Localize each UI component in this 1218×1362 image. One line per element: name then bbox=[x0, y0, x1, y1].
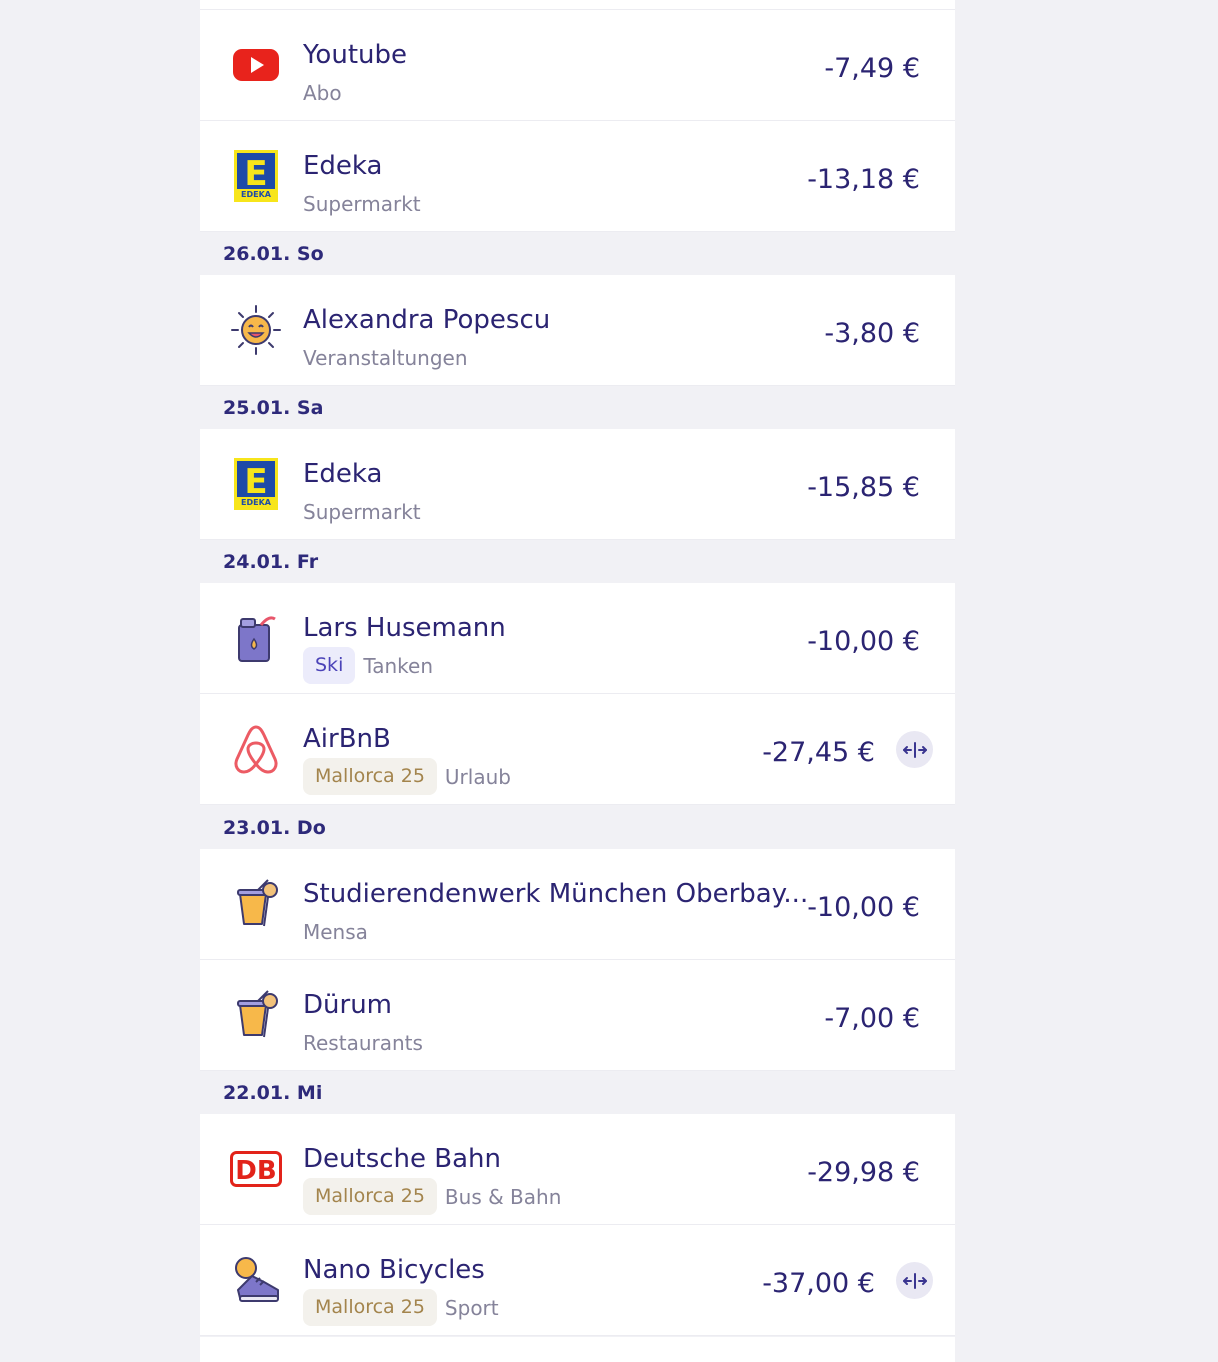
transaction-category: Restaurants bbox=[303, 1031, 423, 1055]
sneaker-icon bbox=[228, 1252, 284, 1308]
tag-badge[interactable]: Mallorca 25 bbox=[303, 1289, 437, 1326]
fuel-can-icon bbox=[228, 610, 284, 666]
transaction-name: Dürum bbox=[303, 990, 392, 1020]
tag-badge[interactable]: Mallorca 25 bbox=[303, 1178, 437, 1215]
transaction-row-edeka[interactable]: E EDEKA Edeka Supermarkt -15,85 € bbox=[200, 429, 955, 540]
transaction-row-studierendenwerk[interactable]: Studierendenwerk München Oberbay... Mens… bbox=[200, 849, 955, 960]
day-header-label: 24.01. Fr bbox=[223, 551, 319, 573]
transaction-category: Supermarkt bbox=[303, 500, 421, 524]
day-header: 26.01. So bbox=[200, 232, 955, 275]
transaction-tags: Mallorca 25 Urlaub bbox=[303, 758, 511, 795]
day-header-label: 25.01. Sa bbox=[223, 397, 324, 419]
transaction-row-airbnb[interactable]: AirBnB Mallorca 25 Urlaub -27,45 € bbox=[200, 694, 955, 805]
transaction-amount: -27,45 € bbox=[762, 737, 875, 768]
transaction-row-durum[interactable]: Dürum Restaurants -7,00 € bbox=[200, 960, 955, 1071]
youtube-logo-icon bbox=[228, 37, 284, 93]
transaction-amount: -15,85 € bbox=[807, 472, 920, 503]
transaction-row-youtube[interactable]: Youtube Abo -7,49 € bbox=[200, 10, 955, 121]
db-logo-icon: DB bbox=[228, 1141, 284, 1197]
transaction-category: Mensa bbox=[303, 920, 368, 944]
previous-row-edge bbox=[200, 0, 955, 10]
day-header: 23.01. Do bbox=[200, 806, 955, 849]
edeka-logo-letter: E bbox=[244, 462, 267, 502]
transaction-amount: -7,00 € bbox=[824, 1003, 920, 1034]
split-button[interactable] bbox=[896, 731, 933, 768]
db-logo-text: DB bbox=[235, 1156, 276, 1186]
transaction-tags: Ski Tanken bbox=[303, 647, 433, 684]
transaction-category: Veranstaltungen bbox=[303, 346, 468, 370]
transaction-tags: Mallorca 25 Bus & Bahn bbox=[303, 1178, 561, 1215]
transaction-list[interactable]: Youtube Abo -7,49 € E EDEKA Edeka Superm… bbox=[200, 0, 955, 1362]
transaction-tags: Mallorca 25 Sport bbox=[303, 1289, 499, 1326]
split-icon bbox=[902, 1272, 927, 1289]
day-header: 24.01. Fr bbox=[200, 540, 955, 583]
sun-smiley-icon bbox=[228, 302, 284, 358]
transaction-name: Deutsche Bahn bbox=[303, 1144, 501, 1174]
transaction-amount: -3,80 € bbox=[824, 318, 920, 349]
transaction-amount: -10,00 € bbox=[807, 626, 920, 657]
transaction-row-nano-bicycles[interactable]: Nano Bicycles Mallorca 25 Sport -37,00 € bbox=[200, 1225, 955, 1336]
transactions-page: Youtube Abo -7,49 € E EDEKA Edeka Superm… bbox=[0, 0, 1218, 1362]
transaction-category: Sport bbox=[444, 1295, 499, 1320]
day-header-label: 26.01. So bbox=[223, 243, 324, 265]
transaction-name: Edeka bbox=[303, 151, 383, 181]
airbnb-logo-icon bbox=[228, 721, 284, 777]
transaction-name: Alexandra Popescu bbox=[303, 305, 551, 335]
transaction-name: Nano Bicycles bbox=[303, 1255, 485, 1285]
edeka-logo-icon: E EDEKA bbox=[228, 148, 284, 204]
drink-cup-icon bbox=[228, 876, 284, 932]
transaction-row-alexandra-popescu[interactable]: Alexandra Popescu Veranstaltungen -3,80 … bbox=[200, 275, 955, 386]
drink-cup-icon bbox=[228, 987, 284, 1043]
transaction-row-deutsche-bahn[interactable]: DB Deutsche Bahn Mallorca 25 Bus & Bahn … bbox=[200, 1114, 955, 1225]
transaction-name: Studierendenwerk München Oberbay... bbox=[303, 879, 809, 909]
transaction-category: Urlaub bbox=[444, 764, 511, 789]
transaction-row-partial[interactable] bbox=[200, 1337, 955, 1362]
tag-badge[interactable]: Ski bbox=[303, 647, 356, 684]
transaction-name: Edeka bbox=[303, 459, 383, 489]
transaction-category: Abo bbox=[303, 81, 342, 105]
transaction-name: AirBnB bbox=[303, 724, 391, 754]
day-header: 22.01. Mi bbox=[200, 1071, 955, 1114]
transaction-row-edeka[interactable]: E EDEKA Edeka Supermarkt -13,18 € bbox=[200, 121, 955, 232]
day-header-label: 23.01. Do bbox=[223, 817, 326, 839]
edeka-logo-letter: E bbox=[244, 154, 267, 194]
day-header: 25.01. Sa bbox=[200, 386, 955, 429]
transaction-amount: -37,00 € bbox=[762, 1268, 875, 1299]
tag-badge[interactable]: Mallorca 25 bbox=[303, 758, 437, 795]
transaction-category: Tanken bbox=[363, 653, 434, 678]
transaction-category: Bus & Bahn bbox=[444, 1184, 562, 1209]
edeka-logo-subtext: EDEKA bbox=[241, 498, 272, 507]
transaction-row-lars-husemann[interactable]: Lars Husemann Ski Tanken -10,00 € bbox=[200, 583, 955, 694]
transaction-amount: -7,49 € bbox=[824, 53, 920, 84]
transaction-amount: -29,98 € bbox=[807, 1157, 920, 1188]
edeka-logo-icon: E EDEKA bbox=[228, 456, 284, 512]
split-button[interactable] bbox=[896, 1262, 933, 1299]
day-header-label: 22.01. Mi bbox=[223, 1082, 323, 1104]
split-icon bbox=[902, 741, 927, 758]
edeka-logo-subtext: EDEKA bbox=[241, 190, 272, 199]
transaction-name: Lars Husemann bbox=[303, 613, 506, 643]
transaction-amount: -13,18 € bbox=[807, 164, 920, 195]
transaction-name: Youtube bbox=[303, 40, 407, 70]
transaction-amount: -10,00 € bbox=[807, 892, 920, 923]
transaction-category: Supermarkt bbox=[303, 192, 421, 216]
